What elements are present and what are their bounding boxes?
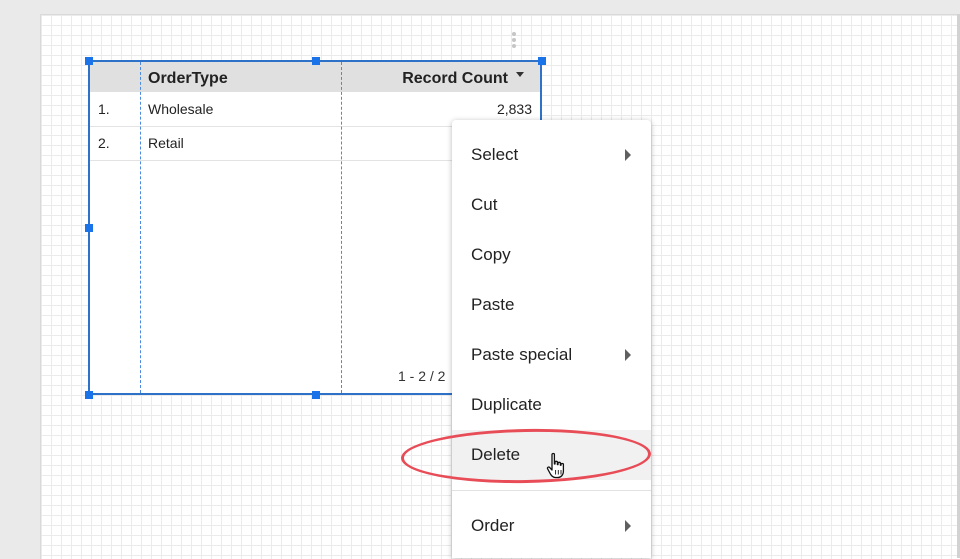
resize-handle-top-left[interactable] xyxy=(85,57,93,65)
column-header-record-count[interactable]: Record Count xyxy=(402,62,508,92)
menu-item-order[interactable]: Order xyxy=(452,501,651,551)
pagination-label: 1 - 2 / 2 xyxy=(398,368,446,384)
menu-item-paste-special[interactable]: Paste special xyxy=(452,330,651,380)
more-vert-icon[interactable] xyxy=(511,32,517,52)
menu-item-label: Delete xyxy=(471,445,521,464)
resize-handle-top[interactable] xyxy=(312,57,320,65)
resize-handle-top-right[interactable] xyxy=(538,57,546,65)
cell-ordertype: Retail xyxy=(148,135,184,151)
menu-item-label: Cut xyxy=(471,195,498,214)
menu-item-label: Copy xyxy=(471,245,511,264)
column-guide xyxy=(140,62,141,393)
menu-item-duplicate[interactable]: Duplicate xyxy=(452,380,651,430)
row-index: 1. xyxy=(98,101,110,117)
menu-item-label: Duplicate xyxy=(471,395,542,414)
sort-descending-icon[interactable] xyxy=(516,72,524,77)
resize-handle-bottom[interactable] xyxy=(312,391,320,399)
column-guide xyxy=(341,62,342,393)
row-index: 2. xyxy=(98,135,110,151)
resize-handle-left[interactable] xyxy=(85,224,93,232)
resize-handle-bottom-left[interactable] xyxy=(85,391,93,399)
chevron-right-icon xyxy=(625,349,631,361)
column-header-ordertype[interactable]: OrderType xyxy=(148,62,228,92)
menu-item-select[interactable]: Select xyxy=(452,130,651,180)
menu-item-copy[interactable]: Copy xyxy=(452,230,651,280)
menu-item-label: Paste xyxy=(471,295,515,314)
menu-divider xyxy=(452,490,651,491)
chevron-right-icon xyxy=(625,520,631,532)
menu-item-cut[interactable]: Cut xyxy=(452,180,651,230)
menu-item-label: Select xyxy=(471,145,519,164)
menu-item-label: Paste special xyxy=(471,345,573,364)
menu-item-delete[interactable]: Delete xyxy=(452,430,651,480)
cell-ordertype: Wholesale xyxy=(148,101,214,117)
chevron-right-icon xyxy=(625,149,631,161)
context-menu: Select Cut Copy Paste Paste special Dupl… xyxy=(452,120,651,558)
table-header: OrderType Record Count xyxy=(90,62,540,92)
menu-item-paste[interactable]: Paste xyxy=(452,280,651,330)
menu-item-label: Order xyxy=(471,516,515,535)
